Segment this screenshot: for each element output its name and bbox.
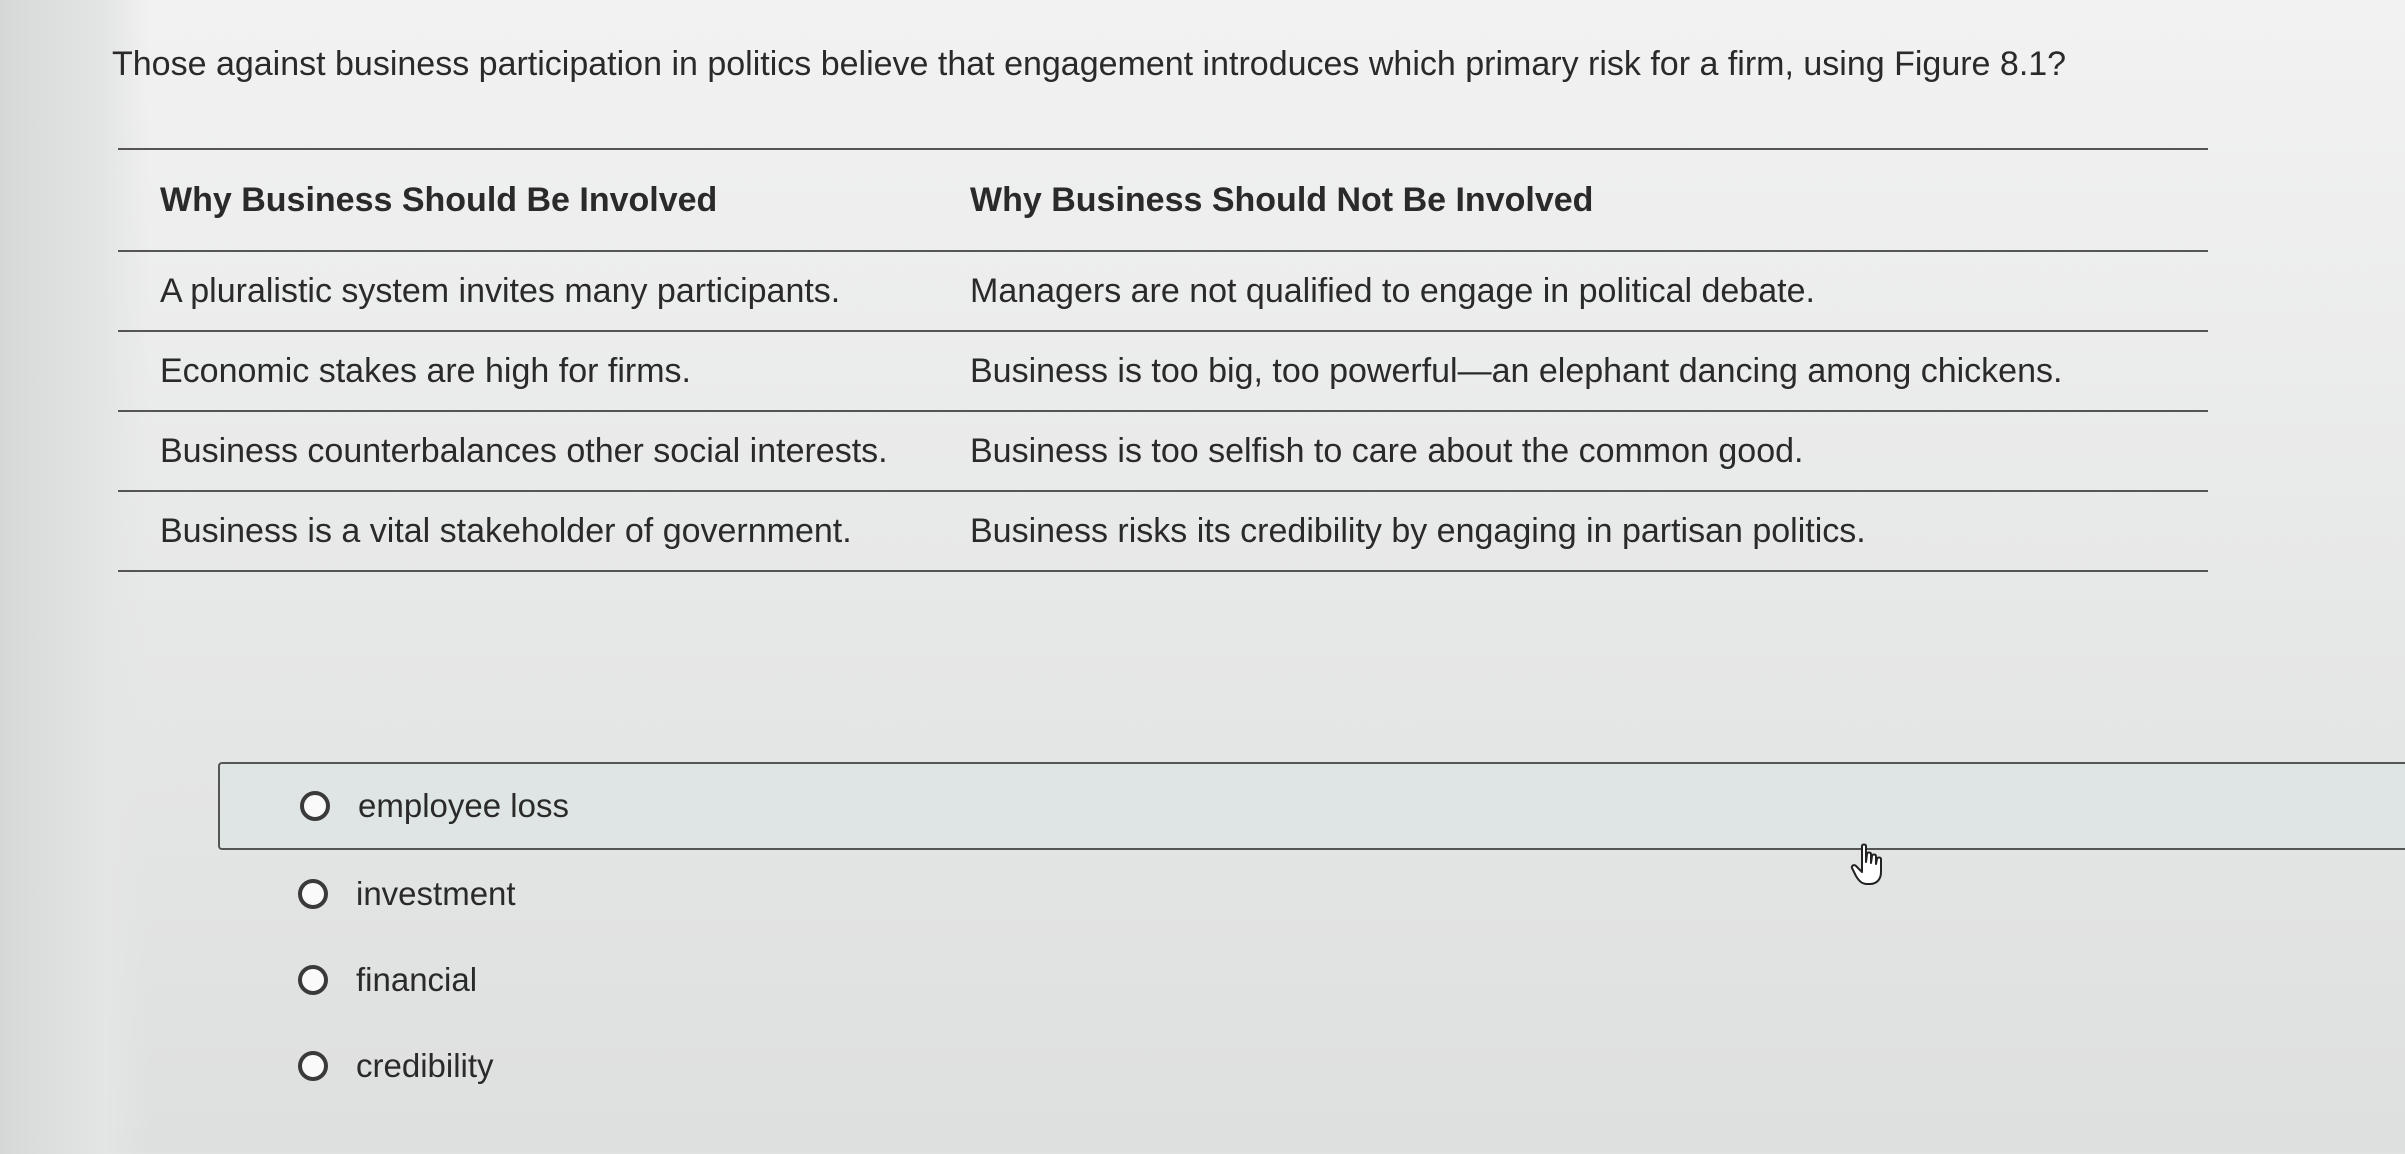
table-cell: A pluralistic system invites many partic… [160,271,841,310]
option-investment[interactable]: investment [218,852,2405,936]
radio-button[interactable] [298,965,328,995]
table-cell: Business is too selfish to care about th… [970,431,1804,470]
option-label: employee loss [358,787,569,824]
table-header-row: Why Business Should Be Involved Why Busi… [118,150,2208,252]
radio-button[interactable] [300,791,330,821]
option-label: financial [356,961,478,998]
table-row: Economic stakes are high for firms. Busi… [118,332,2208,412]
table-row: Business is a vital stakeholder of gover… [118,492,2208,572]
option-employee-loss[interactable]: employee loss [218,762,2405,850]
option-label: investment [356,875,516,912]
option-financial[interactable]: financial [218,938,2405,1022]
header-not-involved: Why Business Should Not Be Involved [970,180,1594,219]
table-cell: Economic stakes are high for firms. [160,351,691,390]
option-credibility[interactable]: credibility [218,1024,2405,1108]
answer-options: employee loss investment financial credi… [218,762,2405,1110]
question-text: Those against business participation in … [112,45,2067,83]
radio-button[interactable] [298,879,328,909]
table-row: Business counterbalances other social in… [118,412,2208,492]
radio-button[interactable] [298,1051,328,1081]
hand-cursor-icon [1850,843,1882,885]
table-cell: Business is too big, too powerful—an ele… [970,351,2063,390]
table-cell: Managers are not qualified to engage in … [970,271,1815,310]
figure-table: Why Business Should Be Involved Why Busi… [118,148,2208,572]
table-cell: Business is a vital stakeholder of gover… [160,511,852,550]
table-row: A pluralistic system invites many partic… [118,252,2208,332]
table-cell: Business risks its credibility by engagi… [970,511,1866,550]
option-label: credibility [356,1047,494,1084]
header-involved: Why Business Should Be Involved [160,180,718,219]
table-cell: Business counterbalances other social in… [160,431,888,470]
